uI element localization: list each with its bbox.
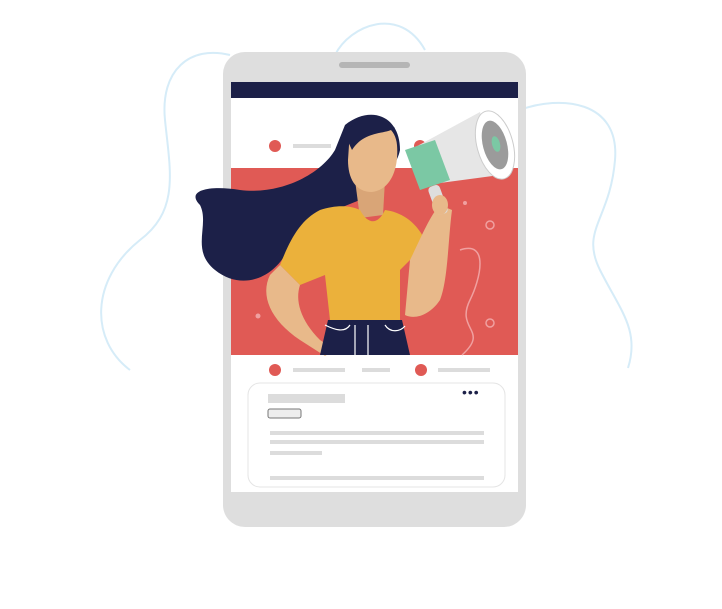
avatar-dot — [269, 140, 281, 152]
placeholder-line — [438, 368, 490, 372]
illustration — [100, 22, 633, 527]
top-bar — [231, 82, 518, 98]
avatar-dot — [415, 364, 427, 376]
card-tag-button[interactable] — [267, 408, 302, 419]
pants — [320, 320, 410, 355]
avatar-dot — [269, 364, 281, 376]
placeholder-line — [270, 431, 484, 435]
phone-speaker — [339, 62, 410, 68]
placeholder-line — [270, 476, 484, 480]
placeholder-line — [293, 144, 331, 148]
placeholder-line — [270, 451, 322, 455]
placeholder-line — [293, 368, 345, 372]
placeholder-line — [270, 440, 484, 444]
placeholder-line — [362, 368, 390, 372]
card-title-placeholder — [268, 394, 345, 403]
more-horizontal-icon[interactable]: ••• — [462, 385, 480, 399]
